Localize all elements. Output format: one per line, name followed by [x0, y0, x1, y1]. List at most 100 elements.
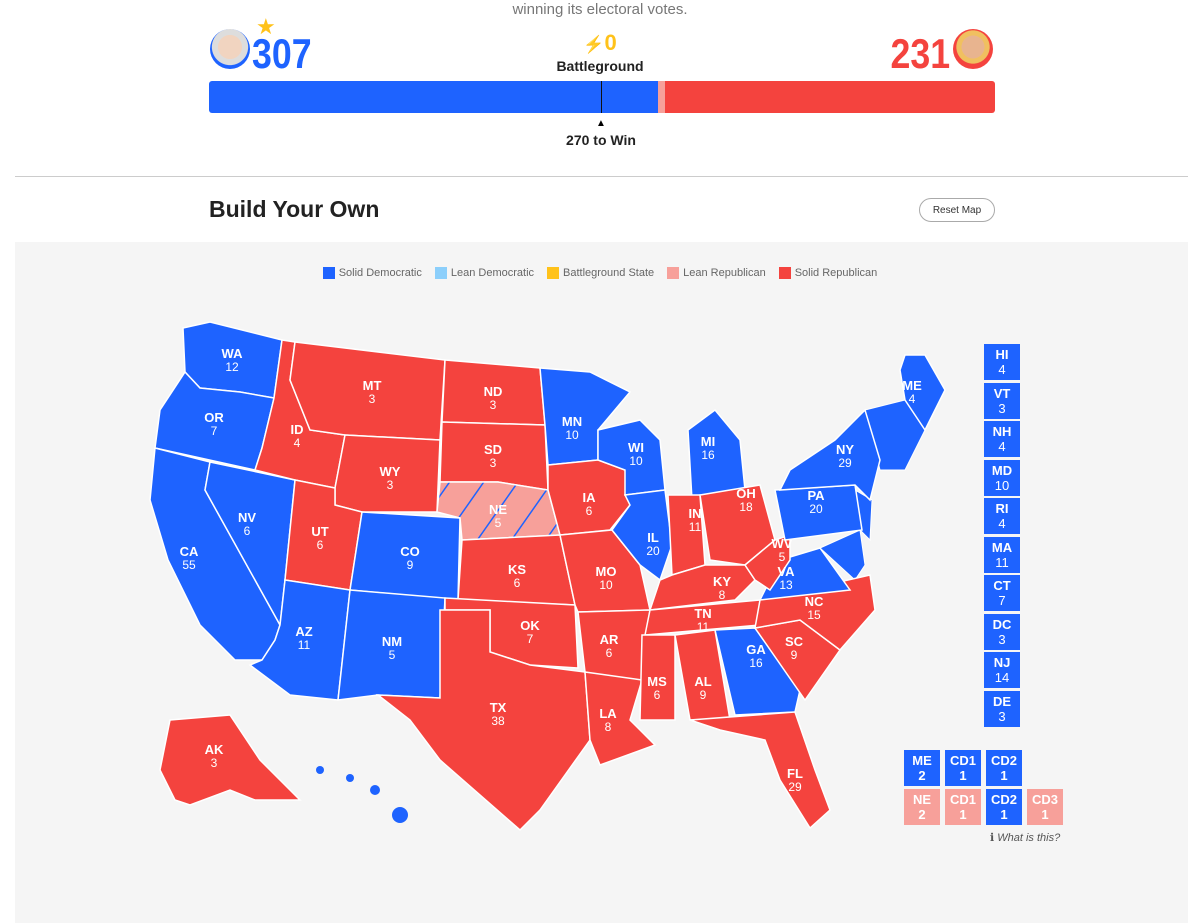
small-state-nh[interactable]: NH 4	[984, 421, 1020, 457]
state-label-ev: 3	[211, 756, 218, 770]
state-label-abbr: WV	[772, 536, 793, 551]
what-is-this-text[interactable]: What is this?	[997, 832, 1060, 844]
state-label-ev: 6	[654, 688, 661, 702]
small-state-de[interactable]: DE 3	[984, 690, 1020, 727]
district-ev: 1	[1041, 807, 1049, 822]
state-label-ev: 12	[225, 360, 239, 374]
state-label-ev: 6	[244, 524, 251, 538]
district-me-me[interactable]: ME 2	[904, 750, 940, 786]
state-label-abbr: KY	[713, 574, 731, 589]
state-label-abbr: IL	[647, 530, 659, 545]
district-label: CD2	[990, 753, 1017, 768]
state-hawaii-island[interactable]	[370, 785, 380, 795]
state-label-ev: 20	[646, 544, 660, 558]
state-label-abbr: OK	[520, 618, 540, 633]
state-label-ev: 15	[807, 608, 821, 622]
small-state-abbr: NH	[992, 424, 1012, 439]
state-label-ev: 5	[779, 550, 786, 564]
state-label-abbr: OH	[736, 486, 756, 501]
state-label-ev: 18	[739, 500, 753, 514]
district-ne-cd1[interactable]: CD1 1	[945, 789, 981, 825]
small-state-ev: 4	[998, 362, 1006, 377]
small-state-ev: 11	[995, 554, 1009, 570]
state-label-ev: 11	[298, 638, 311, 652]
small-state-abbr: DC	[992, 616, 1012, 632]
state-label-abbr: TX	[490, 700, 507, 715]
small-state-dc[interactable]: DC 3	[984, 613, 1020, 650]
state-hawaii-island[interactable]	[392, 807, 408, 823]
state-label-ev: 16	[749, 656, 763, 670]
state-label-abbr: OR	[204, 410, 224, 425]
district-ne-ne[interactable]: NE 2	[904, 789, 940, 825]
state-label-abbr: IA	[583, 490, 597, 505]
small-state-ma[interactable]: MA 11	[984, 536, 1020, 573]
state-label-abbr: MI	[701, 434, 715, 449]
state-label-ev: 3	[490, 456, 497, 470]
small-state-abbr: MD	[991, 462, 1013, 478]
state-fl[interactable]	[689, 711, 831, 830]
small-state-nj[interactable]: NJ 14	[984, 652, 1020, 688]
state-label-abbr: WY	[380, 464, 401, 479]
state-ak[interactable]	[159, 714, 302, 806]
state-label-abbr: FL	[787, 766, 803, 781]
small-state-ev: 3	[998, 708, 1006, 724]
district-label: ME	[912, 753, 932, 768]
state-label-ev: 10	[565, 428, 579, 442]
state-label-abbr: AK	[205, 742, 224, 757]
small-state-hi[interactable]: HI 4	[984, 344, 1020, 380]
state-label-ev: 10	[599, 578, 613, 592]
small-state-abbr: DE	[992, 693, 1012, 709]
district-label: CD1	[949, 792, 976, 807]
district-me-cd1[interactable]: CD1 1	[945, 750, 981, 786]
state-label-abbr: NM	[382, 634, 402, 649]
district-ev: 1	[959, 807, 967, 822]
district-ev: 1	[1000, 807, 1008, 822]
small-state-ev: 3	[998, 631, 1006, 647]
district-me-cd2[interactable]: CD2 1	[986, 750, 1022, 786]
state-label-ev: 11	[689, 520, 702, 534]
state-label-ev: 38	[491, 714, 505, 728]
state-label-abbr: AR	[600, 632, 619, 647]
small-state-ri[interactable]: RI 4	[984, 498, 1020, 534]
state-label-abbr: NC	[805, 594, 824, 609]
state-label-ev: 20	[809, 502, 823, 516]
small-state-ev: 10	[994, 477, 1010, 493]
small-state-ct[interactable]: CT 7	[984, 575, 1020, 611]
state-hawaii-island[interactable]	[316, 766, 324, 774]
state-label-ev: 7	[211, 424, 218, 438]
district-label: CD3	[1031, 792, 1058, 807]
small-state-vt[interactable]: VT 3	[984, 382, 1020, 419]
state-label-ev: 3	[387, 478, 394, 492]
state-label-abbr: GA	[746, 642, 766, 657]
state-label-ev: 3	[490, 398, 497, 412]
state-label-abbr: MT	[363, 378, 382, 393]
district-ne-cd2[interactable]: CD2 1	[986, 789, 1022, 825]
state-label-ev: 7	[527, 632, 534, 646]
state-label-abbr: NV	[238, 510, 256, 525]
state-ny[interactable]	[778, 408, 881, 502]
state-label-ev: 29	[838, 456, 852, 470]
state-label-abbr: PA	[807, 488, 825, 503]
small-state-md[interactable]: MD 10	[984, 459, 1020, 496]
state-label-ev: 6	[514, 576, 521, 590]
state-label-abbr: ND	[484, 384, 503, 399]
small-state-ev: 14	[994, 670, 1010, 685]
small-state-abbr: RI	[995, 501, 1009, 516]
state-label-ev: 4	[909, 392, 916, 406]
state-label-ev: 4	[294, 436, 301, 450]
district-label: CD2	[990, 792, 1017, 807]
district-ne-cd3[interactable]: CD3 1	[1027, 789, 1063, 825]
state-label-ev: 10	[629, 454, 643, 468]
state-label-abbr: AZ	[295, 624, 312, 639]
state-label-abbr: NY	[836, 442, 854, 457]
state-label-ev: 5	[495, 516, 502, 530]
state-label-abbr: ID	[291, 422, 304, 437]
small-state-abbr: CT	[993, 578, 1011, 593]
what-is-this-link[interactable]: ℹ What is this?	[990, 831, 1060, 844]
state-hawaii-island[interactable]	[346, 774, 354, 782]
state-label-abbr: SC	[785, 634, 804, 649]
small-state-abbr: VT	[993, 385, 1011, 401]
district-ev: 1	[959, 768, 967, 783]
state-label-ev: 9	[407, 558, 414, 572]
state-label-abbr: AL	[694, 674, 711, 689]
